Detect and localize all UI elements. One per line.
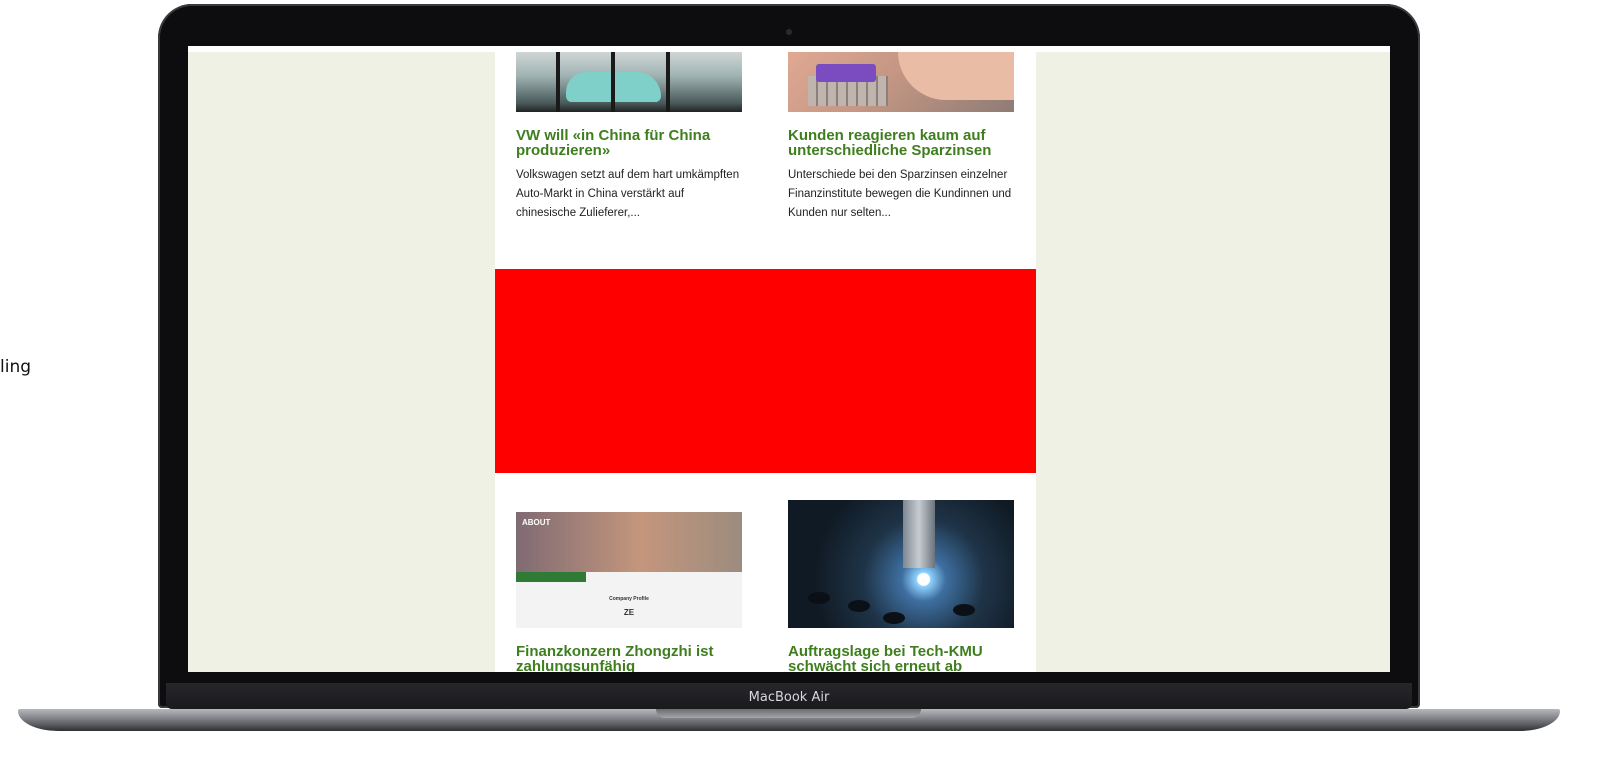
cropped-side-text: ling bbox=[0, 357, 32, 377]
article-teaser: Volkswagen setzt auf dem hart umkämpften… bbox=[516, 169, 740, 219]
ad-banner[interactable] bbox=[495, 269, 1036, 473]
article-thumbnail-atm[interactable] bbox=[788, 52, 1014, 112]
cut-hole bbox=[848, 600, 870, 612]
laser-head-shape bbox=[903, 500, 935, 568]
window-frame bbox=[556, 52, 560, 112]
device-label: MacBook Air bbox=[748, 690, 830, 705]
article-headline-link[interactable]: VW will «in China für China produzieren» bbox=[516, 128, 742, 158]
company-logo: ZE bbox=[623, 608, 635, 617]
hero-text: ABOUT bbox=[522, 518, 551, 527]
laptop-screen: VW will «in China für China produzieren»… bbox=[188, 46, 1390, 672]
cut-hole bbox=[883, 612, 905, 624]
news-page: VW will «in China für China produzieren»… bbox=[495, 52, 1036, 672]
article-teaser: Unterschiede bei den Sparzinsen einzelne… bbox=[788, 169, 1012, 219]
article-thumbnail-company-website[interactable]: ABOUT Company Profile ZE bbox=[516, 500, 742, 628]
cut-hole bbox=[808, 592, 830, 604]
article-card[interactable]: ABOUT Company Profile ZE Finanzkonzern Z… bbox=[516, 500, 742, 672]
hand-shape bbox=[898, 52, 1014, 100]
window-frame bbox=[611, 52, 615, 112]
company-profile-caption: Company Profile bbox=[609, 596, 649, 602]
article-card[interactable]: VW will «in China für China produzieren»… bbox=[516, 52, 742, 223]
article-headline-link[interactable]: Kunden reagieren kaum auf unterschiedlic… bbox=[788, 128, 1014, 158]
laptop-opening-notch bbox=[656, 709, 921, 718]
green-bar bbox=[516, 572, 586, 582]
article-thumbnail-laser-cutter[interactable] bbox=[788, 500, 1014, 628]
article-card[interactable]: Auftragslage bei Tech-KMU schwächt sich … bbox=[788, 500, 1014, 672]
article-thumbnail-car-showroom[interactable] bbox=[516, 52, 742, 112]
article-card[interactable]: Kunden reagieren kaum auf unterschiedlic… bbox=[788, 52, 1014, 223]
article-headline-link[interactable]: Auftragslage bei Tech-KMU schwächt sich … bbox=[788, 644, 1014, 672]
bank-card-shape bbox=[816, 64, 876, 82]
cut-hole bbox=[953, 604, 975, 616]
window-frame bbox=[666, 52, 670, 112]
article-headline-link[interactable]: Finanzkonzern Zhongzhi ist zahlungsunfäh… bbox=[516, 644, 742, 672]
website-hero-image: ABOUT bbox=[516, 512, 742, 572]
camera-icon bbox=[786, 29, 792, 35]
